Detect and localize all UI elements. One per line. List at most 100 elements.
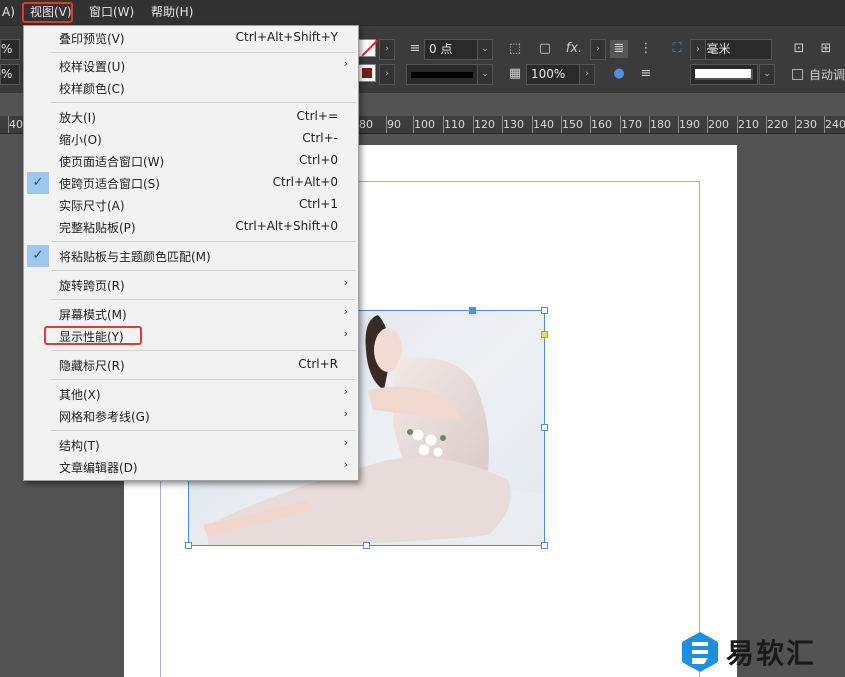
- ruler-label: 190: [679, 118, 700, 131]
- watermark-logo: 易软汇: [676, 628, 841, 674]
- stroke-weight-field[interactable]: 0 点: [424, 39, 478, 60]
- submenu-arrow-icon: ›: [343, 458, 348, 471]
- left-field-bottom[interactable]: %: [0, 64, 20, 85]
- fx-icon[interactable]: fx.: [565, 40, 583, 58]
- menu-help[interactable]: 帮助(H): [151, 0, 193, 25]
- menu-item-fit-page[interactable]: 使页面适合窗口(W) Ctrl+0: [24, 150, 358, 172]
- menu-item-entire-pasteboard[interactable]: 完整粘贴板(P) Ctrl+Alt+Shift+0: [24, 216, 358, 238]
- ruler-label: 220: [767, 118, 788, 131]
- menu-item-proof-setup[interactable]: 校样设置(U) ›: [24, 55, 358, 77]
- menu-window[interactable]: 窗口(W): [89, 0, 134, 25]
- menu-item-label: 旋转跨页(R): [59, 279, 125, 293]
- menu-item-label: 文章编辑器(D): [59, 461, 138, 475]
- menu-item-actual-size[interactable]: 实际尺寸(A) Ctrl+1: [24, 194, 358, 216]
- menu-item-extras[interactable]: 其他(X) ›: [24, 383, 358, 405]
- menu-item-match-pasteboard[interactable]: ✓ 将粘贴板与主题颜色匹配(M): [24, 245, 358, 267]
- fx-arrow[interactable]: ›: [590, 39, 606, 60]
- frame-style-dropdown[interactable]: ⌄: [759, 64, 775, 85]
- wrap-icon[interactable]: ●: [610, 65, 628, 83]
- corner-icon[interactable]: ⬚: [506, 40, 524, 58]
- menu-item-label: 将粘贴板与主题颜色匹配(M): [59, 250, 211, 264]
- menu-item-label: 缩小(O): [59, 133, 102, 147]
- ruler-label: 170: [621, 118, 642, 131]
- ruler-label: 180: [650, 118, 671, 131]
- align-justify-icon[interactable]: ≣: [610, 40, 628, 58]
- ruler-label: 40: [9, 118, 23, 131]
- menu-separator: [51, 52, 356, 53]
- menu-bar: A) 视图(V) 窗口(W) 帮助(H): [0, 0, 845, 25]
- center-point-handle[interactable]: [469, 307, 476, 314]
- view-menu: 叠印预览(V) Ctrl+Alt+Shift+Y 校样设置(U) › 校样颜色(…: [23, 25, 359, 481]
- menu-separator: [51, 270, 356, 271]
- ruler-label: 240: [825, 118, 845, 131]
- menu-item-screen-mode[interactable]: 屏幕模式(M) ›: [24, 303, 358, 325]
- auto-fit-checkbox[interactable]: [792, 69, 803, 80]
- ruler-label: 100: [414, 118, 435, 131]
- left-field-top[interactable]: %: [0, 39, 20, 60]
- menu-item-zoom-out[interactable]: 缩小(O) Ctrl+-: [24, 128, 358, 150]
- align-bottom-icon[interactable]: ≡: [637, 65, 655, 83]
- frame-style-field[interactable]: [690, 64, 758, 85]
- stroke-style-dropdown[interactable]: ⌄: [477, 64, 493, 85]
- fit-content-icon[interactable]: ⊞: [817, 40, 835, 58]
- menu-item-grids-guides[interactable]: 网格和参考线(G) ›: [24, 405, 358, 427]
- menu-object[interactable]: A): [2, 0, 15, 25]
- submenu-arrow-icon: ›: [343, 305, 348, 318]
- stroke-swatch[interactable]: [358, 64, 376, 82]
- opacity-arrow[interactable]: ›: [579, 64, 595, 85]
- resize-handle-tr[interactable]: [541, 307, 548, 314]
- menu-item-label: 隐藏标尺(R): [59, 359, 125, 373]
- stroke-weight-icon: ≡: [409, 41, 421, 56]
- menu-item-zoom-in[interactable]: 放大(I) Ctrl+=: [24, 106, 358, 128]
- menu-item-label: 放大(I): [59, 111, 96, 125]
- opacity-icon: ▦: [508, 66, 522, 81]
- display-performance-highlight-box: [44, 326, 142, 345]
- ruler-label: 150: [562, 118, 583, 131]
- shadow-icon[interactable]: ▢: [536, 40, 554, 58]
- checkmark-icon: ✓: [27, 172, 49, 194]
- menu-item-shortcut: Ctrl+1: [298, 197, 338, 211]
- menu-item-story-editor[interactable]: 文章编辑器(D) ›: [24, 456, 358, 478]
- menu-item-proof-colors[interactable]: 校样颜色(C): [24, 77, 358, 99]
- spacing-arrow[interactable]: ›: [690, 39, 706, 60]
- menu-item-shortcut: Ctrl+=: [296, 109, 338, 123]
- menu-item-fit-spread[interactable]: ✓ 使跨页适合窗口(S) Ctrl+Alt+0: [24, 172, 358, 194]
- submenu-arrow-icon: ›: [343, 327, 348, 340]
- ruler-label: 110: [444, 118, 465, 131]
- stroke-style-field[interactable]: [406, 64, 478, 85]
- ruler-label: 80: [359, 118, 373, 131]
- menu-item-label: 校样颜色(C): [59, 82, 125, 96]
- gap-icon: ⛶: [672, 41, 682, 56]
- fill-arrow[interactable]: ›: [379, 39, 395, 60]
- resize-handle-r[interactable]: [541, 424, 548, 431]
- resize-handle-b[interactable]: [363, 542, 370, 549]
- stroke-arrow[interactable]: ›: [379, 64, 395, 85]
- submenu-arrow-icon: ›: [343, 276, 348, 289]
- menu-item-label: 叠印预览(V): [59, 32, 125, 46]
- ruler-label: 140: [533, 118, 554, 131]
- fit-frame-icon[interactable]: ⊡: [790, 40, 808, 58]
- menu-item-shortcut: Ctrl+0: [298, 153, 338, 167]
- menu-item-label: 使页面适合窗口(W): [59, 155, 165, 169]
- menu-item-label: 完整粘贴板(P): [59, 221, 136, 235]
- submenu-arrow-icon: ›: [343, 407, 348, 420]
- corner-effect-handle[interactable]: [541, 331, 548, 338]
- submenu-arrow-icon: ›: [343, 57, 348, 70]
- opacity-field[interactable]: 100%: [526, 64, 580, 85]
- menu-item-overprint-preview[interactable]: 叠印预览(V) Ctrl+Alt+Shift+Y: [24, 27, 358, 49]
- align-columns-icon[interactable]: ⋮: [637, 40, 655, 58]
- ruler-label: 230: [796, 118, 817, 131]
- fill-swatch[interactable]: [358, 39, 379, 57]
- menu-item-shortcut: Ctrl+Alt+Shift+0: [235, 219, 338, 233]
- menu-item-rotate-spread[interactable]: 旋转跨页(R) ›: [24, 274, 358, 296]
- menu-separator: [51, 430, 356, 431]
- checkmark-icon: ✓: [27, 245, 49, 267]
- resize-handle-bl[interactable]: [185, 542, 192, 549]
- menu-item-hide-rulers[interactable]: 隐藏标尺(R) Ctrl+R: [24, 354, 358, 376]
- menu-item-label: 使跨页适合窗口(S): [59, 177, 160, 191]
- menu-item-shortcut: Ctrl+-: [302, 131, 338, 145]
- resize-handle-br[interactable]: [541, 542, 548, 549]
- menu-item-structure[interactable]: 结构(T) ›: [24, 434, 358, 456]
- stroke-weight-dropdown[interactable]: ⌄: [477, 39, 493, 60]
- ruler-label: 200: [708, 118, 729, 131]
